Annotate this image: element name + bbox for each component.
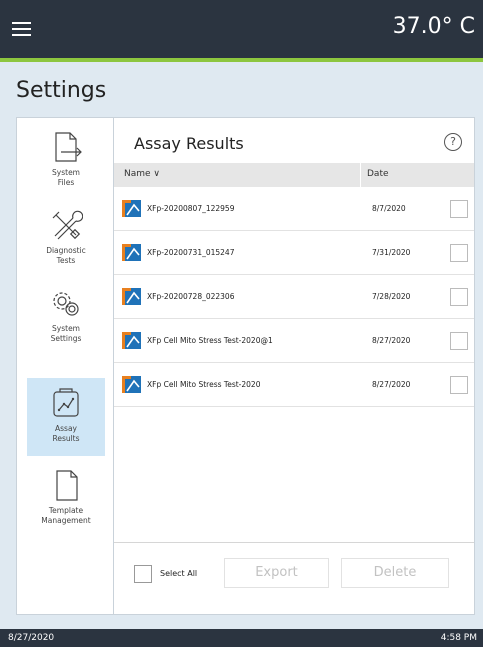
sidebar-item-template-management[interactable]: Template Management	[27, 468, 105, 538]
status-time: 4:58 PM	[440, 633, 477, 643]
column-header-date[interactable]: Date	[367, 169, 389, 179]
settings-sidebar: System Files Diagnostic Tests System Set…	[17, 118, 114, 614]
accent-stripe	[0, 58, 483, 62]
table-row[interactable]: XFp-20200807_122959 8/7/2020	[114, 187, 474, 231]
top-bar: 37.0° C	[0, 0, 483, 58]
settings-panel: System Files Diagnostic Tests System Set…	[16, 117, 475, 615]
delete-button[interactable]: Delete	[341, 558, 449, 588]
column-divider	[360, 163, 361, 187]
assay-results-view: Assay Results ? Name ∨ Date XFp-20200807…	[114, 118, 474, 614]
sidebar-item-system-settings[interactable]: System Settings	[27, 286, 105, 348]
table-header: Name ∨ Date	[114, 163, 474, 187]
row-checkbox[interactable]	[450, 376, 468, 394]
table-row[interactable]: XFp-20200728_022306 7/28/2020	[114, 275, 474, 319]
assay-file-icon	[122, 244, 141, 261]
assay-file-icon	[122, 376, 141, 393]
row-checkbox[interactable]	[450, 288, 468, 306]
status-date: 8/27/2020	[8, 633, 55, 643]
table-row[interactable]: XFp Cell Mito Stress Test-2020 8/27/2020	[114, 363, 474, 407]
system-files-icon	[55, 132, 82, 162]
hamburger-menu-icon[interactable]	[12, 22, 31, 36]
table-row[interactable]: XFp-20200731_015247 7/31/2020	[114, 231, 474, 275]
row-name: XFp Cell Mito Stress Test-2020@1	[147, 336, 273, 345]
row-name: XFp-20200807_122959	[147, 204, 235, 213]
sidebar-label: Diagnostic Tests	[46, 246, 86, 265]
row-name: XFp Cell Mito Stress Test-2020	[147, 380, 261, 389]
help-icon[interactable]: ?	[444, 133, 462, 151]
row-checkbox[interactable]	[450, 244, 468, 262]
sidebar-label: Template Management	[41, 506, 91, 525]
row-date: 8/27/2020	[372, 336, 411, 345]
sidebar-item-system-files[interactable]: System Files	[27, 130, 105, 190]
sidebar-label: System Files	[52, 168, 80, 187]
table-row[interactable]: XFp Cell Mito Stress Test-2020@1 8/27/20…	[114, 319, 474, 363]
sidebar-item-diagnostic-tests[interactable]: Diagnostic Tests	[27, 208, 105, 270]
line-chart-icon	[53, 388, 79, 417]
status-bar: 8/27/2020 4:58 PM	[0, 629, 483, 647]
export-button[interactable]: Export	[224, 558, 329, 588]
assay-file-icon	[122, 288, 141, 305]
select-all-checkbox[interactable]	[134, 565, 152, 583]
document-icon	[56, 470, 78, 501]
sidebar-label: Assay Results	[52, 424, 80, 443]
diagnostic-tools-icon	[52, 210, 83, 240]
sidebar-item-assay-results[interactable]: Assay Results	[27, 378, 105, 456]
page-title: Settings	[16, 78, 107, 103]
temperature-readout: 37.0° C	[392, 14, 475, 39]
assay-file-icon	[122, 200, 141, 217]
gears-icon	[53, 292, 79, 316]
footer-divider	[114, 542, 474, 543]
section-title: Assay Results	[134, 134, 244, 153]
assay-file-icon	[122, 332, 141, 349]
sidebar-label: System Settings	[50, 324, 82, 343]
column-header-name[interactable]: Name ∨	[124, 169, 160, 179]
row-date: 7/28/2020	[372, 292, 411, 301]
select-all-label[interactable]: Select All	[160, 569, 197, 578]
row-date: 8/27/2020	[372, 380, 411, 389]
row-checkbox[interactable]	[450, 200, 468, 218]
row-name: XFp-20200728_022306	[147, 292, 235, 301]
row-name: XFp-20200731_015247	[147, 248, 235, 257]
row-date: 7/31/2020	[372, 248, 411, 257]
row-date: 8/7/2020	[372, 204, 406, 213]
row-checkbox[interactable]	[450, 332, 468, 350]
